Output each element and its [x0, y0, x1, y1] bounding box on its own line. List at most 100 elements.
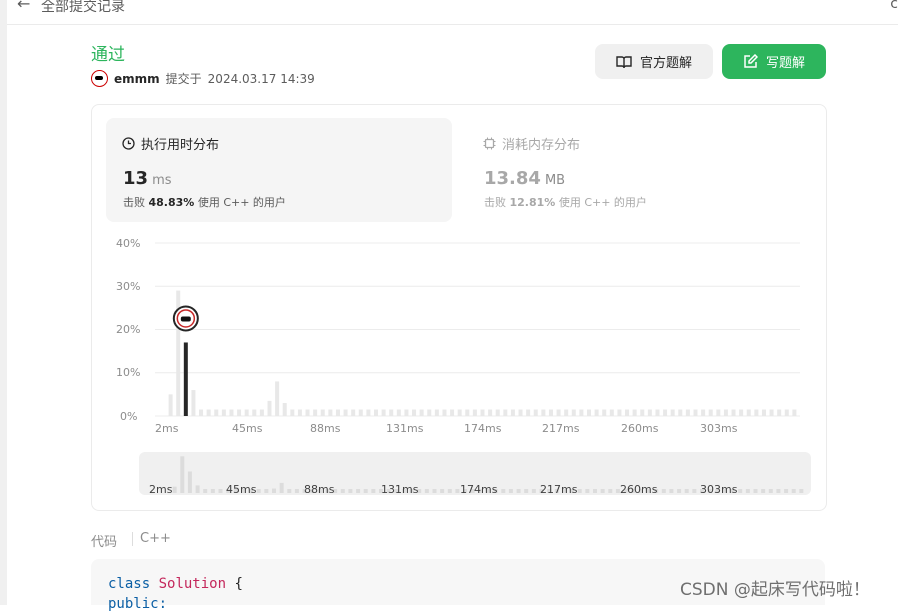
overview-bar	[210, 489, 215, 493]
histogram-bar	[358, 409, 363, 416]
histogram-bar	[625, 409, 630, 416]
overview-bar	[531, 489, 536, 493]
histogram-bar	[457, 409, 462, 416]
histogram-bar	[632, 409, 637, 416]
code-keyword: class	[108, 576, 151, 592]
x-tick-label: 131ms	[386, 422, 424, 435]
histogram-bar	[784, 409, 789, 416]
histogram-bar	[480, 409, 485, 416]
overview-bar	[669, 489, 674, 493]
histogram-bar	[343, 409, 348, 416]
histogram-bar	[419, 409, 424, 416]
mini-x-tick-label: 131ms	[381, 483, 419, 496]
histogram-bar	[214, 409, 219, 416]
code-brace: {	[226, 576, 243, 592]
histogram-bar	[450, 409, 455, 416]
histogram-bar	[564, 409, 569, 416]
histogram-bar	[731, 409, 736, 416]
mini-x-tick-label: 303ms	[700, 483, 738, 496]
histogram-bar	[754, 409, 759, 416]
histogram-bar	[389, 409, 394, 416]
histogram-bar	[275, 381, 280, 416]
overview-bar	[508, 489, 513, 493]
histogram-bar	[708, 409, 713, 416]
overview-bar	[371, 489, 376, 493]
runtime-distribution-chart[interactable]	[0, 0, 898, 605]
histogram-bar	[427, 409, 432, 416]
code-section-label: 代码	[91, 535, 118, 550]
histogram-bar	[267, 400, 272, 416]
x-tick-label: 45ms	[232, 422, 263, 435]
code-class-name: Solution	[158, 576, 227, 592]
histogram-bar	[206, 409, 211, 416]
overview-bar	[677, 489, 682, 493]
histogram-bar	[541, 409, 546, 416]
watermark: CSDN @起床写代码啦！	[680, 580, 870, 600]
overview-bar	[187, 471, 192, 493]
overview-bar	[279, 482, 284, 493]
histogram-bar	[168, 394, 173, 416]
overview-bar	[264, 489, 269, 493]
histogram-bar	[655, 409, 660, 416]
overview-bar	[256, 489, 261, 493]
histogram-bar	[701, 409, 706, 416]
overview-bar	[776, 489, 781, 493]
histogram-bar	[548, 409, 553, 416]
histogram-bar	[297, 409, 302, 416]
divider	[132, 532, 133, 546]
overview-bar	[784, 489, 789, 493]
histogram-bar	[609, 409, 614, 416]
histogram-bar	[442, 409, 447, 416]
histogram-bar	[587, 409, 591, 416]
histogram-bar	[495, 409, 500, 416]
histogram-bar	[663, 409, 668, 416]
histogram-bar	[792, 409, 797, 416]
mini-x-tick-label: 260ms	[620, 483, 658, 496]
histogram-bar	[579, 409, 584, 416]
overview-bar	[218, 489, 223, 493]
histogram-bar	[412, 409, 417, 416]
overview-bar	[203, 489, 208, 493]
histogram-bar	[305, 409, 310, 416]
code-language: C++	[140, 531, 171, 546]
histogram-bar	[716, 409, 721, 416]
histogram-bar	[328, 409, 333, 416]
code-access-specifier: public:	[108, 596, 168, 612]
overview-bar	[440, 489, 445, 493]
histogram-bar	[335, 409, 340, 416]
histogram-bar	[533, 409, 538, 416]
overview-bar	[684, 489, 689, 493]
histogram-bar	[374, 409, 378, 416]
histogram-bar	[381, 409, 386, 416]
overview-bar	[692, 489, 697, 493]
x-tick-label: 260ms	[621, 422, 659, 435]
histogram-bar	[678, 409, 683, 416]
histogram-bar	[647, 409, 652, 416]
histogram-bar	[685, 409, 690, 416]
overview-bar	[799, 489, 804, 493]
mini-x-tick-label: 217ms	[540, 483, 578, 496]
histogram-bar	[290, 409, 295, 416]
overview-bar	[501, 489, 506, 493]
overview-bar	[738, 489, 743, 493]
histogram-bar	[434, 409, 439, 416]
histogram-bar	[617, 409, 622, 416]
overview-bar	[180, 456, 185, 493]
histogram-bar	[320, 409, 325, 416]
overview-bar	[287, 489, 292, 493]
overview-bar	[753, 489, 758, 493]
histogram-bar	[526, 409, 531, 416]
overview-bar	[745, 489, 750, 493]
mini-x-tick-label: 88ms	[304, 483, 335, 496]
histogram-bar	[191, 390, 196, 416]
overview-bar	[661, 489, 666, 493]
code-text: class Solution { public:	[108, 574, 243, 614]
histogram-bar	[282, 403, 287, 416]
histogram-bar	[229, 409, 234, 416]
overview-bar	[524, 489, 529, 493]
overview-bar	[608, 489, 613, 493]
histogram-bar	[594, 409, 599, 416]
overview-bar	[432, 489, 437, 493]
overview-bar	[294, 489, 299, 493]
histogram-bar	[472, 409, 477, 416]
